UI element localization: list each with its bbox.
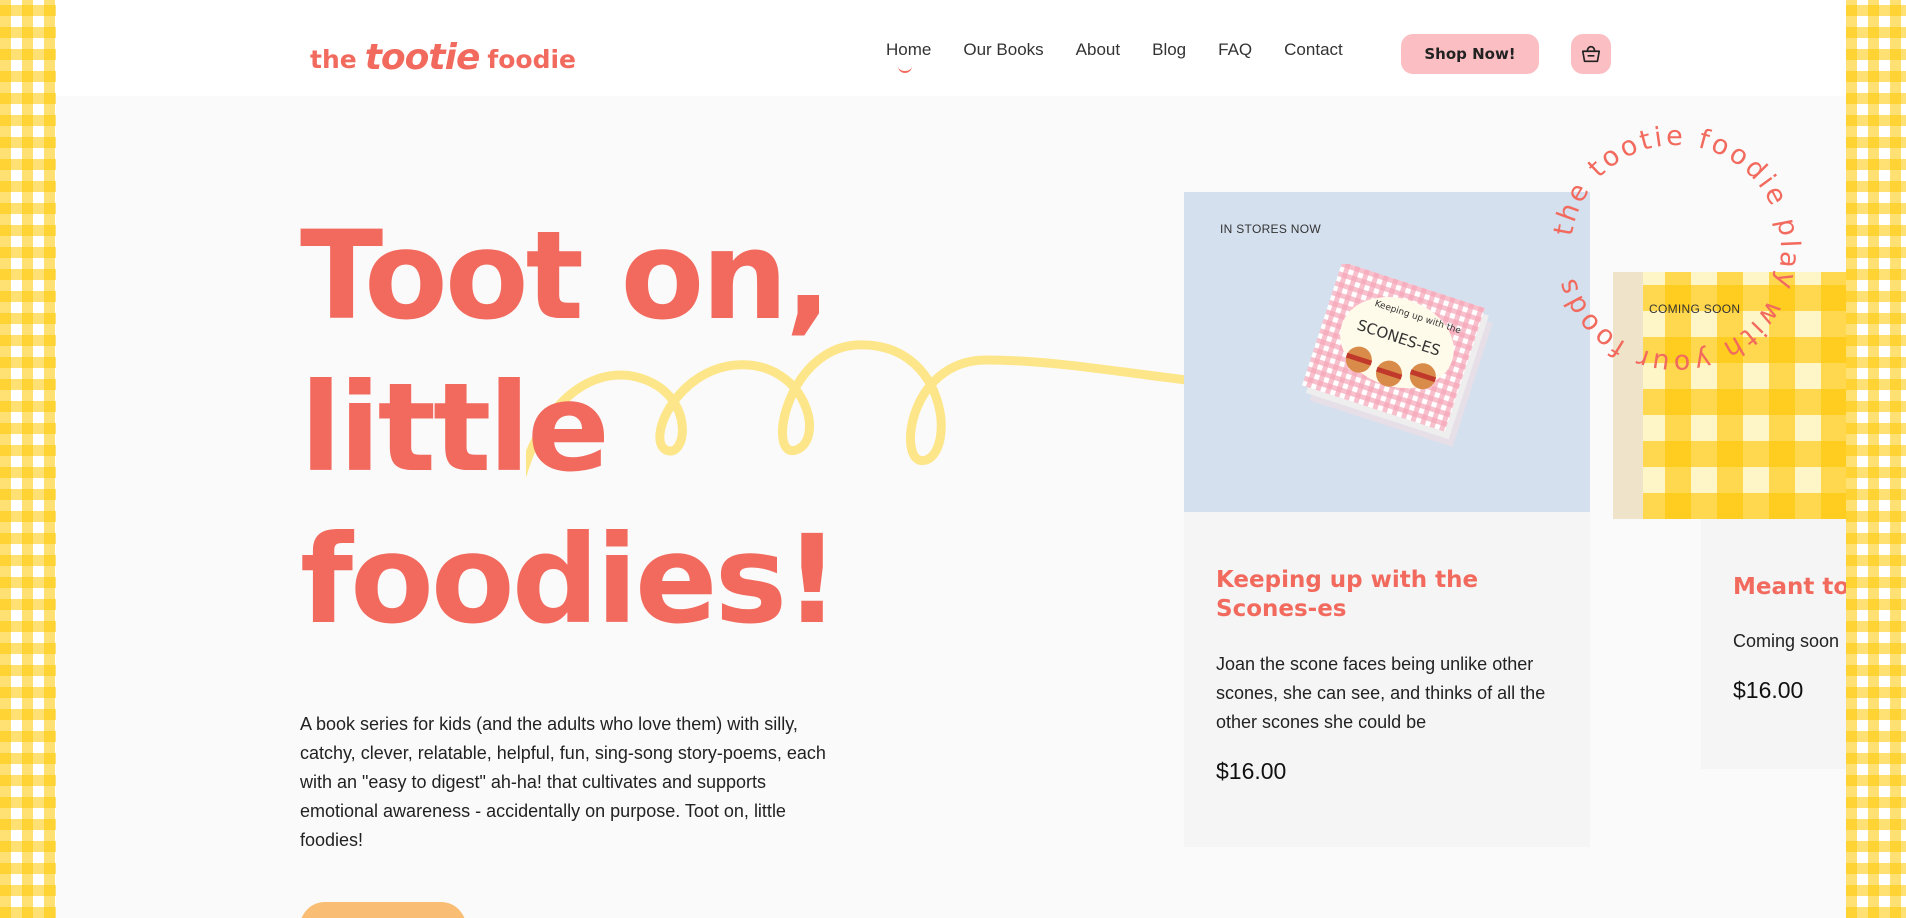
- cart-button[interactable]: [1571, 34, 1611, 74]
- book-status-tag: IN STORES NOW: [1220, 222, 1322, 236]
- book-card-image: IN STORES NOW Keeping up with the SCONES…: [1184, 192, 1590, 512]
- book-card[interactable]: Meant to Coming soon $16.00: [1701, 519, 1846, 769]
- site-logo[interactable]: the tootie foodie: [310, 22, 576, 82]
- hero-title-line: little: [300, 357, 610, 499]
- book-price: $16.00: [1216, 758, 1287, 784]
- hero-title-line: foodies!: [300, 509, 840, 651]
- hero-description: A book series for kids (and the adults w…: [300, 714, 826, 850]
- basket-icon: [1581, 45, 1601, 63]
- book-price: $16.00: [1733, 677, 1804, 703]
- nav-contact[interactable]: Contact: [1284, 40, 1343, 60]
- nav-faq[interactable]: FAQ: [1218, 40, 1252, 60]
- hero-title-line: Toot on,: [300, 205, 831, 347]
- book-description: Joan the scone faces being unlike other …: [1216, 654, 1546, 732]
- logo-tootie: tootie: [364, 37, 481, 78]
- gingham-border-right: [1846, 0, 1906, 918]
- book-cover-image: Keeping up with the SCONES-ES: [1302, 264, 1493, 447]
- book-description: Coming soon: [1733, 631, 1840, 651]
- svg-text:the tootie foodie play with yo: the tootie foodie play with your foods: [1548, 121, 1805, 379]
- logo-foodie: foodie: [487, 45, 577, 74]
- gingham-border-left: [0, 0, 56, 918]
- main-nav: Home Our Books About Blog FAQ Contact: [886, 40, 1343, 73]
- book-title[interactable]: Keeping up with the Scones-es: [1216, 566, 1556, 624]
- circular-badge-text: the tootie foodie play with your foods: [1548, 121, 1805, 379]
- nav-blog[interactable]: Blog: [1152, 40, 1186, 60]
- circular-badge-label: the tootie foodie play with your foods: [1548, 121, 1802, 379]
- page: the tootie foodie Home Our Books About B…: [56, 0, 1846, 918]
- book-card[interactable]: IN STORES NOW Keeping up with the SCONES…: [1184, 192, 1590, 847]
- book-title[interactable]: Meant to: [1733, 573, 1846, 602]
- shop-now-button[interactable]: Shop Now!: [1401, 34, 1539, 74]
- nav-about[interactable]: About: [1076, 40, 1120, 60]
- hero-cta-button[interactable]: [300, 902, 466, 918]
- hero-title: Toot on, little foodies!: [300, 200, 900, 656]
- logo-the: the: [310, 45, 357, 74]
- nav-home[interactable]: Home: [886, 40, 931, 73]
- site-header: the tootie foodie Home Our Books About B…: [56, 0, 1846, 96]
- nav-our-books[interactable]: Our Books: [963, 40, 1043, 60]
